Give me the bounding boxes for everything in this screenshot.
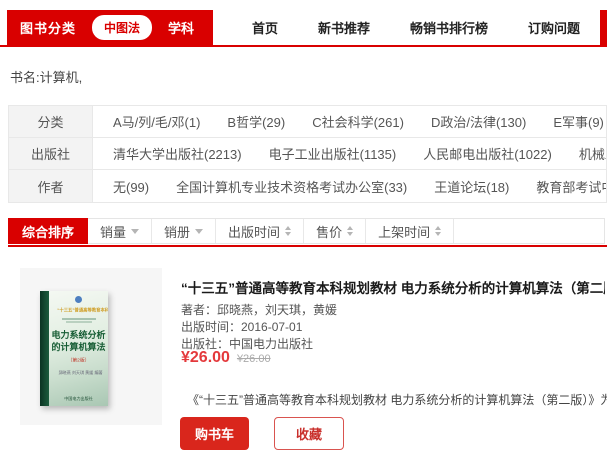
book-category-label: 图书分类: [20, 18, 76, 37]
sort-down-icon: [131, 229, 139, 234]
cover-publisher-mark: 中国电力出版社: [58, 395, 98, 401]
nav-item-new-books[interactable]: 新书推荐: [318, 18, 370, 37]
header-right-cutoff-block: [600, 10, 607, 45]
filter-item[interactable]: 教育部考试中心(16): [536, 177, 606, 196]
filter-item[interactable]: A马/列/毛/邓(1): [113, 112, 200, 131]
cover-logo-icon: [75, 296, 82, 303]
filter-item[interactable]: 无(99): [113, 177, 149, 196]
filter-item[interactable]: 人民邮电出版社(1022): [423, 144, 552, 163]
add-to-cart-button[interactable]: 购书车: [180, 417, 249, 450]
sort-tab-price[interactable]: 售价: [304, 219, 366, 243]
sort-tab-copies[interactable]: 销册: [152, 219, 216, 243]
filter-item[interactable]: 机械工业出版社(: [579, 144, 606, 163]
filter-item[interactable]: C社会科学(261): [312, 112, 404, 131]
price-row: ¥26.00 ¥26.00: [181, 349, 271, 367]
top-nav: 首页 新书推荐 畅销书排行榜 订购问题: [252, 10, 580, 45]
filter-row-publisher: 出版社 清华大学出版社(2213) 电子工业出版社(1135) 人民邮电出版社(…: [9, 138, 606, 170]
current-price: ¥26.00: [181, 349, 230, 367]
cover-decoration-line: [66, 321, 92, 323]
filter-row-author: 作者 无(99) 全国计算机专业技术资格考试办公室(33) 王道论坛(18) 教…: [9, 170, 606, 202]
cover-title: 电力系统分析 的计算机算法: [49, 330, 108, 353]
filter-label: 作者: [9, 170, 93, 202]
cover-banner: “十三五”普通高等教育本科规划教材: [57, 306, 99, 312]
nav-item-home[interactable]: 首页: [252, 18, 278, 37]
tab-zhongtufa[interactable]: 中图法: [92, 15, 152, 40]
book-spine: [40, 291, 49, 406]
filter-items: 无(99) 全国计算机专业技术资格考试办公室(33) 王道论坛(18) 教育部考…: [93, 170, 606, 202]
sort-updown-icon: [347, 226, 353, 236]
filter-item[interactable]: 清华大学出版社(2213): [113, 144, 242, 163]
sort-bar-underline: [8, 245, 607, 247]
category-header-bar: 图书分类 中图法 学科: [7, 10, 213, 45]
cover-edition: （第2版）: [55, 356, 102, 363]
filter-items: A马/列/毛/邓(1) B哲学(29) C社会科学(261) D政治/法律(13…: [93, 106, 606, 137]
filter-label: 分类: [9, 106, 93, 137]
filter-label: 出版社: [9, 138, 93, 169]
applied-search-query: 书名:计算机,: [10, 67, 82, 86]
sort-tab-shelf-date[interactable]: 上架时间: [366, 219, 454, 243]
book-3d: “十三五”普通高等教育本科规划教材 电力系统分析 的计算机算法 （第2版） 邱晓…: [40, 291, 108, 406]
sort-tab-comprehensive[interactable]: 综合排序: [8, 218, 88, 244]
sort-updown-icon: [435, 226, 441, 236]
header-divider: [0, 45, 607, 47]
sort-tab-pubdate[interactable]: 出版时间: [216, 219, 304, 243]
favorite-button[interactable]: 收藏: [274, 417, 344, 450]
original-price: ¥26.00: [237, 353, 271, 365]
filter-item[interactable]: D政治/法律(130): [431, 112, 526, 131]
sort-bar: 综合排序 销量 销册 出版时间 售价 上架时间: [8, 218, 605, 244]
filter-row-category: 分类 A马/列/毛/邓(1) B哲学(29) C社会科学(261) D政治/法律…: [9, 106, 606, 138]
nav-item-order-faq[interactable]: 订购问题: [528, 18, 580, 37]
page: 图书分类 中图法 学科 首页 新书推荐 畅销书排行榜 订购问题 书名:计算机, …: [0, 0, 607, 458]
filter-item[interactable]: 电子工业出版社(1135): [269, 144, 397, 163]
book-title-link[interactable]: “十三五”普通高等教育本科规划教材 电力系统分析的计算机算法（第二版）: [181, 277, 605, 297]
filter-item[interactable]: E军事(9): [553, 112, 604, 131]
sort-down-icon: [195, 229, 203, 234]
filter-item[interactable]: 全国计算机专业技术资格考试办公室(33): [176, 177, 407, 196]
cover-authors: 邱晓燕 刘天琪 黄媛 编著: [58, 370, 98, 376]
filter-items: 清华大学出版社(2213) 电子工业出版社(1135) 人民邮电出版社(1022…: [93, 138, 606, 169]
book-pubdate-line: 出版时间：2016-07-01: [181, 318, 302, 335]
cover-decoration-line: [62, 318, 96, 320]
tab-xueke[interactable]: 学科: [168, 18, 194, 37]
book-front-cover: “十三五”普通高等教育本科规划教材 电力系统分析 的计算机算法 （第2版） 邱晓…: [49, 291, 108, 406]
action-buttons: 购书车 收藏: [180, 417, 344, 450]
book-description: 《“十三五”普通高等教育本科规划教材 电力系统分析的计算机算法（第二版）》为“: [181, 391, 607, 408]
sort-updown-icon: [285, 226, 291, 236]
filter-table: 分类 A马/列/毛/邓(1) B哲学(29) C社会科学(261) D政治/法律…: [8, 105, 607, 203]
nav-item-bestsellers[interactable]: 畅销书排行榜: [410, 18, 488, 37]
filter-item[interactable]: B哲学(29): [227, 112, 285, 131]
filter-item[interactable]: 王道论坛(18): [434, 177, 509, 196]
sort-tab-sales[interactable]: 销量: [88, 219, 152, 243]
book-cover-image[interactable]: “十三五”普通高等教育本科规划教材 电力系统分析 的计算机算法 （第2版） 邱晓…: [20, 268, 162, 425]
book-author-line: 著者：邱晓燕，刘天琪，黄媛: [181, 301, 337, 318]
